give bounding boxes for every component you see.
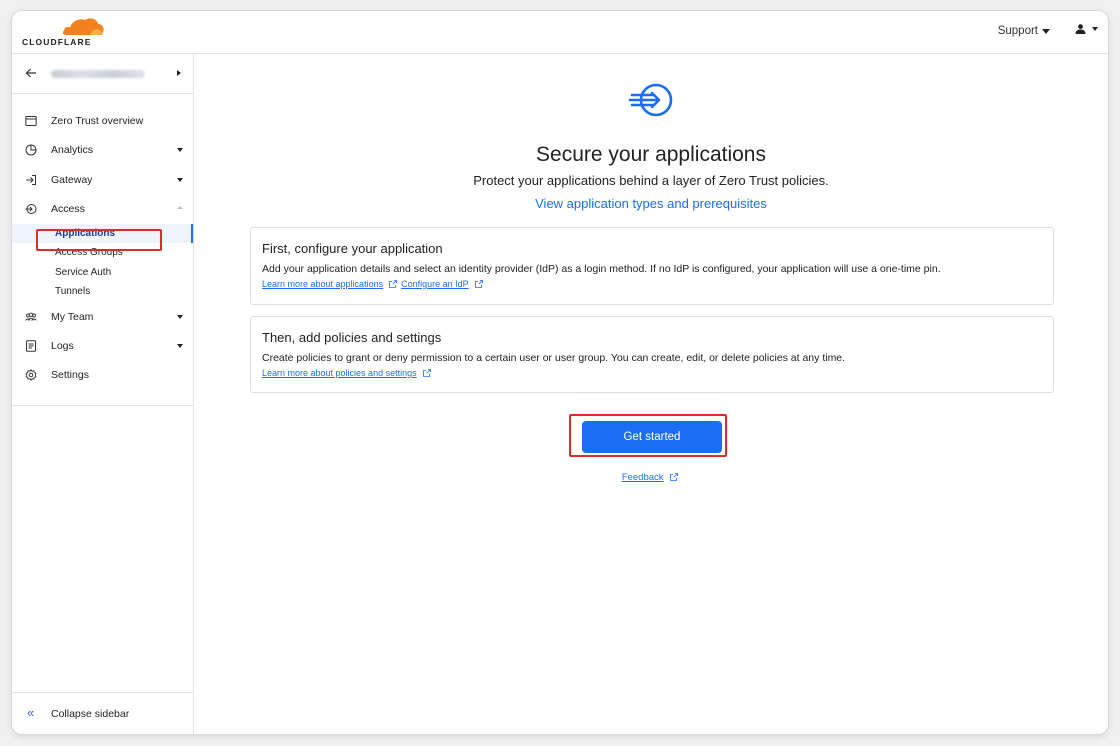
- support-label: Support: [997, 25, 1038, 37]
- sidebar-nav: Zero Trust overview Analytics Gateway Ac…: [12, 106, 193, 390]
- card-links: Learn more about policies and settings: [262, 368, 433, 378]
- account-name-redacted: [51, 70, 145, 78]
- logo-wordmark: CLOUDFLARE: [22, 37, 92, 47]
- learn-more-policies-link[interactable]: Learn more about policies and settings: [262, 368, 417, 378]
- sidebar-item-label: Logs: [51, 339, 74, 352]
- sidebar-item-settings[interactable]: Settings: [12, 360, 193, 389]
- sidebar-item-label: Analytics: [51, 144, 94, 157]
- get-started-button[interactable]: Get started: [582, 421, 722, 453]
- card-description: Create policies to grant or deny permiss…: [262, 352, 846, 364]
- page-title: Secure your applications: [536, 143, 766, 166]
- sidebar-subitem-label: Tunnels: [55, 286, 91, 298]
- chevron-down-icon: [177, 343, 183, 348]
- app-window: CLOUDFLARE Support Zero Trust overview A…: [12, 11, 1108, 734]
- user-menu[interactable]: [1075, 24, 1098, 34]
- sidebar-item-label: Settings: [51, 369, 89, 382]
- sidebar-item-analytics[interactable]: Analytics: [12, 135, 193, 164]
- user-icon: [1075, 24, 1086, 34]
- highlight-box-get-started: Get started: [569, 414, 727, 457]
- card-title: First, configure your application: [262, 241, 443, 256]
- sidebar-subitem-service-auth[interactable]: Service Auth: [12, 263, 193, 283]
- sidebar-item-access[interactable]: Access: [12, 194, 193, 223]
- sidebar-divider: [12, 405, 193, 406]
- sidebar-subitem-label: Access Groups: [55, 247, 123, 259]
- top-header: CLOUDFLARE Support: [12, 11, 1108, 54]
- chevron-down-icon: [177, 177, 183, 182]
- sidebar-item-gateway[interactable]: Gateway: [12, 165, 193, 194]
- account-switcher[interactable]: [12, 54, 193, 94]
- sidebar-item-label: Access: [51, 203, 85, 216]
- sidebar-subitem-label: Applications: [55, 227, 116, 239]
- external-link-icon: [422, 369, 431, 377]
- sidebar-subitem-tunnels[interactable]: Tunnels: [12, 282, 193, 302]
- cloudflare-logo[interactable]: CLOUDFLARE: [22, 16, 104, 48]
- access-hero-icon: [628, 83, 673, 117]
- card-title: Then, add policies and settings: [262, 330, 442, 345]
- browser-window-icon: [25, 116, 37, 126]
- collapse-sidebar-label: Collapse sidebar: [51, 708, 130, 720]
- sidebar: Zero Trust overview Analytics Gateway Ac…: [12, 54, 194, 734]
- configure-application-card: First, configure your application Add yo…: [250, 227, 1054, 305]
- sidebar-subitem-access-groups[interactable]: Access Groups: [12, 243, 193, 263]
- back-arrow-icon[interactable]: [25, 67, 37, 79]
- team-icon: [25, 312, 37, 321]
- sidebar-item-logs[interactable]: Logs: [12, 331, 193, 360]
- logs-icon: [26, 340, 36, 352]
- sidebar-subitem-label: Service Auth: [55, 266, 112, 278]
- sidebar-item-my-team[interactable]: My Team: [12, 302, 193, 331]
- pie-chart-icon: [25, 144, 37, 156]
- chevron-right-icon: [177, 70, 181, 76]
- chevron-down-icon: [177, 314, 183, 319]
- sidebar-item-label: Gateway: [51, 173, 93, 186]
- chevron-up-icon: [177, 206, 183, 210]
- sidebar-item-label: My Team: [51, 310, 94, 323]
- learn-more-applications-link[interactable]: Learn more about applications: [262, 279, 383, 289]
- access-icon: [25, 204, 37, 215]
- add-policies-card: Then, add policies and settings Create p…: [250, 316, 1054, 393]
- sidebar-item-label: Zero Trust overview: [51, 115, 144, 127]
- card-links: Learn more about applications Configure …: [262, 279, 485, 289]
- feedback-link[interactable]: Feedback: [622, 472, 664, 483]
- gateway-icon: [26, 174, 36, 185]
- chevron-down-icon: [1092, 27, 1098, 31]
- card-description: Add your application details and select …: [262, 263, 941, 275]
- gear-icon: [25, 369, 37, 382]
- external-link-icon: [474, 280, 483, 288]
- double-chevron-left-icon: «: [27, 705, 35, 720]
- feedback-row: Feedback: [194, 472, 1108, 483]
- external-link-icon: [670, 473, 679, 481]
- chevron-down-icon: [1042, 28, 1050, 34]
- chevron-down-icon: [177, 148, 183, 153]
- main-content: Secure your applications Protect your ap…: [194, 54, 1108, 734]
- view-app-types-link[interactable]: View application types and prerequisites: [194, 196, 1108, 211]
- support-menu[interactable]: Support: [998, 25, 1050, 37]
- sidebar-subitem-applications[interactable]: Applications: [12, 223, 193, 244]
- sidebar-item-zero-trust-overview[interactable]: Zero Trust overview: [12, 106, 193, 135]
- configure-idp-link[interactable]: Configure an IdP: [401, 279, 469, 289]
- collapse-sidebar-button[interactable]: « Collapse sidebar: [12, 692, 193, 734]
- external-link-icon: [389, 280, 397, 288]
- page-subtitle: Protect your applications behind a layer…: [473, 173, 829, 188]
- cloud-logo-icon: [62, 18, 104, 35]
